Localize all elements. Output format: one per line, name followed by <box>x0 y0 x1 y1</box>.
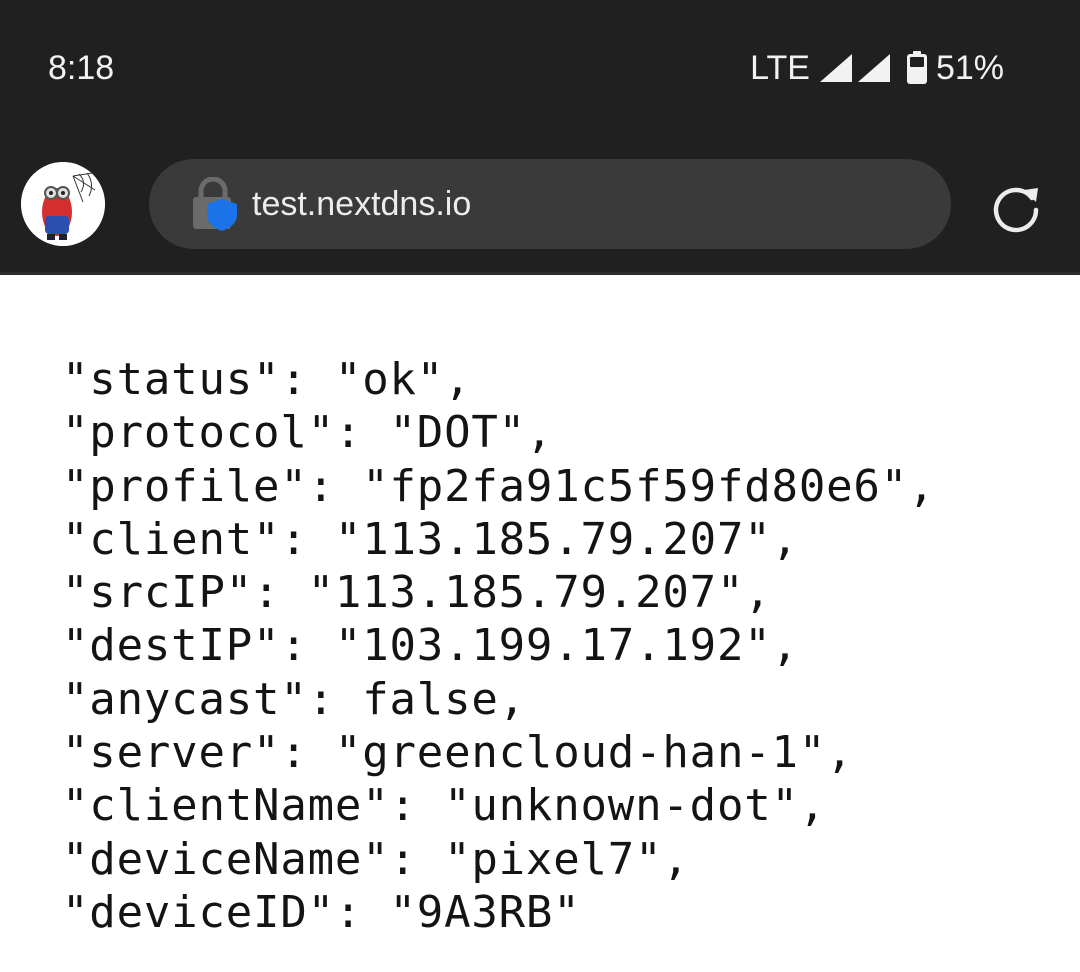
json-line-anycast: "anycast": false, <box>62 673 526 725</box>
status-bar: 8:18 LTE 51% <box>0 0 1080 135</box>
battery-percent: 51% <box>935 48 1004 87</box>
json-line-protocol: "protocol": "DOT", <box>62 407 554 459</box>
battery-icon <box>906 51 928 85</box>
status-time: 8:18 <box>48 49 115 87</box>
page-content: "status": "ok", "protocol": "DOT", "profil… <box>0 275 1080 972</box>
json-line-destip: "destIP": "103.199.17.192", <box>62 620 799 672</box>
status-indicators: LTE 51% <box>750 48 1004 88</box>
signal-icon <box>818 52 854 84</box>
url-text[interactable]: test.nextdns.io <box>252 183 471 225</box>
browser-toolbar: test.nextdns.io <box>0 135 1080 272</box>
json-line-server: "server": "greencloud-han-1", <box>62 727 854 779</box>
json-line-deviceid: "deviceID": "9A3RB" <box>62 886 581 938</box>
profile-avatar[interactable] <box>21 162 105 246</box>
json-line-client: "client": "113.185.79.207", <box>62 513 799 565</box>
address-bar[interactable]: test.nextdns.io <box>149 159 951 249</box>
lock-icon[interactable] <box>189 176 239 236</box>
json-line-profile: "profile": "fp2fa91c5f59fd80e6", <box>62 460 936 512</box>
json-line-status: "status": "ok", <box>62 354 472 405</box>
json-line-clientname: "clientName": "unknown-dot", <box>62 780 827 832</box>
json-response: "status": "ok", "protocol": "DOT", "profil… <box>62 353 935 939</box>
signal-icon <box>856 52 892 84</box>
reload-icon[interactable] <box>988 180 1044 241</box>
network-type: LTE <box>750 48 810 87</box>
json-line-srcip: "srcIP": "113.185.79.207", <box>62 567 772 619</box>
json-line-devicename: "deviceName": "pixel7", <box>62 833 690 885</box>
